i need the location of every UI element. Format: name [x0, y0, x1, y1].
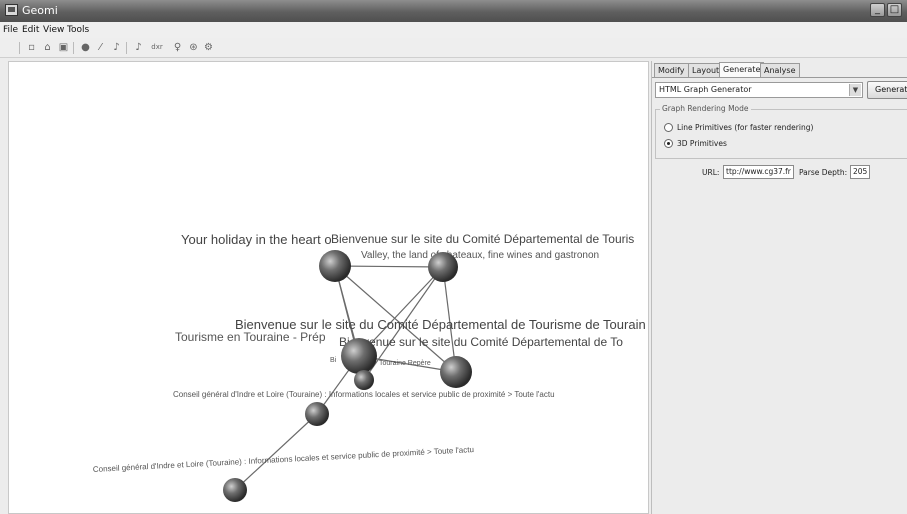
menu-edit[interactable]: Edit — [22, 25, 39, 35]
group-title: Graph Rendering Mode — [660, 104, 751, 113]
edge-icon[interactable]: ⁄ — [93, 40, 108, 55]
settings-icon[interactable]: ⚙ — [201, 40, 216, 55]
graph-edge — [234, 413, 318, 491]
layout-icon[interactable]: ♪ — [109, 40, 124, 55]
menu-file[interactable]: File — [3, 25, 18, 35]
url-input[interactable]: ttp://www.cg37.fr — [723, 165, 794, 179]
graph-node[interactable] — [319, 250, 351, 282]
chevron-down-icon[interactable]: ▼ — [849, 84, 861, 96]
metric-icon[interactable]: dxr — [147, 40, 167, 55]
menu-view[interactable]: View — [43, 25, 64, 35]
generate-button[interactable]: Generate — [867, 81, 907, 99]
toolbar-separator — [19, 42, 20, 54]
control-panel: Modify Layout Generate Analyse HTML Grap… — [651, 61, 907, 514]
node-label: Bienvenue sur le site du Comité Départem… — [331, 232, 634, 246]
radio-button[interactable] — [664, 123, 673, 132]
node-label: Valley, the land of chateaux, fine wines… — [361, 250, 599, 261]
graph-node[interactable] — [440, 356, 472, 388]
app-icon — [5, 4, 18, 16]
light-icon[interactable]: ♀ — [170, 40, 185, 55]
tab-modify[interactable]: Modify — [654, 63, 689, 78]
toolbar-separator — [73, 42, 74, 54]
application-window: Geomi _ □ File Edit View Tools ▫ ⌂ ▣ ● ⁄… — [0, 0, 907, 514]
graph-edge — [334, 265, 444, 268]
tab-layout[interactable]: Layout — [688, 63, 724, 78]
graph-view[interactable]: Your holiday in the heart o Bienvenue su… — [9, 62, 649, 514]
radio-button[interactable] — [664, 139, 673, 148]
graph-node[interactable] — [341, 338, 377, 374]
graph-node[interactable] — [305, 402, 329, 426]
node-label: Bienvenue sur le site du Comité Départem… — [339, 335, 623, 349]
graph-node[interactable] — [354, 370, 374, 390]
tab-divider — [652, 77, 907, 78]
generator-select-value: HTML Graph Generator — [659, 85, 752, 94]
rotate-icon[interactable]: ⊛ — [186, 40, 201, 55]
window-title: Geomi — [22, 4, 58, 17]
radio-3d-primitives[interactable]: 3D Primitives — [664, 138, 864, 149]
node-label: Touraine Repère — [379, 360, 431, 367]
radio-label: 3D Primitives — [677, 139, 727, 148]
toolbar-separator — [126, 42, 127, 54]
graph-canvas[interactable]: Your holiday in the heart o Bienvenue su… — [8, 61, 649, 514]
save-icon[interactable]: ▣ — [56, 40, 71, 55]
graph-node[interactable] — [223, 478, 247, 502]
tab-analyse[interactable]: Analyse — [760, 63, 800, 78]
node-label: Tourisme en Touraine - Prép — [175, 330, 326, 344]
menu-tools[interactable]: Tools — [67, 25, 89, 35]
node-label: Your holiday in the heart o — [181, 232, 332, 247]
graph-icon[interactable]: ♪ — [131, 40, 146, 55]
node-label: Conseil général d'Indre et Loire (Tourai… — [173, 390, 555, 399]
minimize-button[interactable]: _ — [870, 3, 885, 17]
parse-depth-input[interactable]: 205 — [850, 165, 870, 179]
tab-generate[interactable]: Generate — [719, 62, 765, 78]
radio-label: Line Primitives (for faster rendering) — [677, 123, 814, 132]
node-label: Bi — [330, 357, 337, 364]
parse-depth-label: Parse Depth: — [799, 168, 848, 177]
open-folder-icon[interactable]: ⌂ — [40, 40, 55, 55]
rendering-mode-group: Graph Rendering Mode Line Primitives (fo… — [655, 104, 907, 159]
url-label: URL: — [702, 168, 720, 177]
generator-select[interactable]: HTML Graph Generator ▼ — [655, 82, 863, 98]
menu-bar: File Edit View Tools — [0, 22, 907, 38]
new-file-icon[interactable]: ▫ — [24, 40, 39, 55]
node-icon[interactable]: ● — [78, 40, 93, 55]
radio-line-primitives[interactable]: Line Primitives (for faster rendering) — [664, 122, 864, 133]
graph-node[interactable] — [428, 252, 458, 282]
node-label: Conseil général d'Indre et Loire (Tourai… — [93, 445, 475, 474]
maximize-button[interactable]: □ — [887, 3, 902, 17]
title-bar: Geomi _ □ — [0, 0, 907, 22]
toolbar: ▫ ⌂ ▣ ● ⁄ ♪ ♪ dxr ♀ ⊛ ⚙ — [0, 38, 907, 58]
